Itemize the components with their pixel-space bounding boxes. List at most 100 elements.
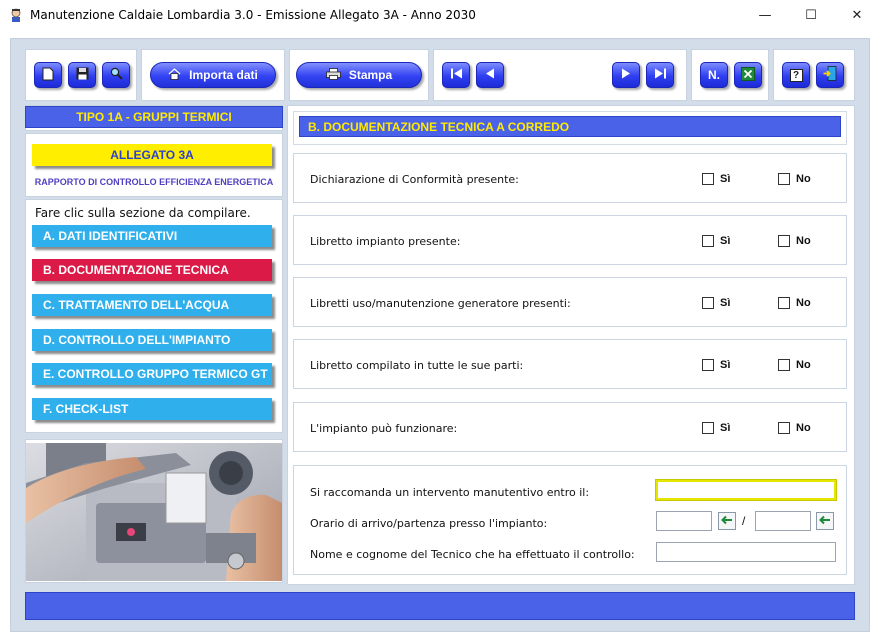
nav-label: C. TRATTAMENTO DELL'ACQUA <box>43 298 230 312</box>
arrow-left-icon <box>721 515 733 528</box>
nav-label: D. CONTROLLO DELL'IMPIANTO <box>43 333 231 347</box>
nav-label: F. CHECK-LIST <box>43 402 129 416</box>
nav-hint: Fare clic sulla sezione da compilare. <box>35 206 251 220</box>
status-bar <box>25 592 855 620</box>
no-checkbox[interactable] <box>778 359 790 371</box>
next-record-button[interactable] <box>612 62 640 88</box>
question-label: Libretti uso/manutenzione generatore pre… <box>310 297 571 310</box>
first-record-icon <box>450 68 463 82</box>
section-title: TIPO 1A - GRUPPI TERMICI <box>25 106 283 128</box>
orario-label: Orario di arrivo/partenza presso l'impia… <box>310 517 548 530</box>
question-label: Libretto impianto presente: <box>310 235 461 248</box>
nav-section-c[interactable]: C. TRATTAMENTO DELL'ACQUA <box>32 294 272 316</box>
app-icon <box>8 7 24 23</box>
intervento-label: Si raccomanda un intervento manutentivo … <box>310 486 590 499</box>
tecnico-label: Nome e cognome del Tecnico che ha effett… <box>310 548 635 561</box>
question-row: Libretto compilato in tutte le sue parti… <box>293 339 847 389</box>
maintenance-details-panel: Si raccomanda un intervento manutentivo … <box>293 465 847 575</box>
exit-button[interactable] <box>816 62 844 88</box>
orario-arrivo-input[interactable] <box>656 511 712 531</box>
maximize-button[interactable]: ☐ <box>788 0 834 30</box>
toolbar-help-panel: ? <box>773 49 855 101</box>
last-record-icon <box>654 68 667 82</box>
toolbar-navigation-panel <box>433 49 687 101</box>
home-icon <box>168 67 181 83</box>
question-label: Dichiarazione di Conformità presente: <box>310 173 519 186</box>
boiler-technician-photo <box>26 443 282 581</box>
save-icon <box>76 67 89 83</box>
nav-section-d[interactable]: D. CONTROLLO DELL'IMPIANTO <box>32 329 272 351</box>
no-checkbox[interactable] <box>778 173 790 185</box>
nav-section-e[interactable]: E. CONTROLLO GRUPPO TERMICO GT <box>32 363 272 385</box>
yes-label: Sì <box>720 359 731 371</box>
allegato-badge: ALLEGATO 3A <box>32 144 272 166</box>
previous-record-icon <box>485 68 495 82</box>
orario-partenza-now-button[interactable] <box>816 512 834 530</box>
help-icon: ? <box>789 68 803 82</box>
help-button[interactable]: ? <box>782 62 810 88</box>
question-label: L'impianto può funzionare: <box>310 422 458 435</box>
client-area: Importa dati Stampa N. ? TIPO 1A - GRUPP… <box>10 38 870 632</box>
no-label: No <box>796 173 811 185</box>
no-checkbox[interactable] <box>778 422 790 434</box>
orario-separator: / <box>742 514 746 528</box>
numero-button[interactable]: N. <box>700 62 728 88</box>
tecnico-name-input[interactable] <box>656 542 836 562</box>
orario-arrivo-now-button[interactable] <box>718 512 736 530</box>
first-record-button[interactable] <box>442 62 470 88</box>
search-icon <box>110 67 123 83</box>
yes-checkbox[interactable] <box>702 359 714 371</box>
importa-dati-label: Importa dati <box>189 68 258 82</box>
minimize-button[interactable]: — <box>742 0 788 30</box>
printer-icon <box>325 67 341 83</box>
yes-label: Sì <box>720 297 731 309</box>
stampa-label: Stampa <box>348 68 393 82</box>
save-button[interactable] <box>68 62 96 88</box>
yes-checkbox[interactable] <box>702 297 714 309</box>
question-row: Dichiarazione di Conformità presente: Sì… <box>293 153 847 203</box>
excel-button[interactable] <box>734 62 762 88</box>
nav-label: E. CONTROLLO GRUPPO TERMICO GT <box>43 367 268 381</box>
yes-checkbox[interactable] <box>702 422 714 434</box>
yes-checkbox[interactable] <box>702 173 714 185</box>
last-record-button[interactable] <box>646 62 674 88</box>
nav-section-b[interactable]: B. DOCUMENTAZIONE TECNICA <box>32 259 272 281</box>
arrow-left-icon <box>819 515 831 528</box>
exit-icon <box>823 66 837 84</box>
excel-icon <box>741 66 755 84</box>
toolbar-file-panel <box>25 49 137 101</box>
nav-section-a[interactable]: A. DATI IDENTIFICATIVI <box>32 225 272 247</box>
new-button[interactable] <box>34 62 62 88</box>
rapporto-subtitle: RAPPORTO DI CONTROLLO EFFICIENZA ENERGET… <box>34 177 274 187</box>
question-label: Libretto compilato in tutte le sue parti… <box>310 359 524 372</box>
nav-section-f[interactable]: F. CHECK-LIST <box>32 398 272 420</box>
orario-partenza-input[interactable] <box>755 511 811 531</box>
no-checkbox[interactable] <box>778 235 790 247</box>
no-label: No <box>796 422 811 434</box>
toolbar-print-panel: Stampa <box>289 49 429 101</box>
question-row: Libretti uso/manutenzione generatore pre… <box>293 277 847 327</box>
yes-label: Sì <box>720 422 731 434</box>
window-title: Manutenzione Caldaie Lombardia 3.0 - Emi… <box>30 8 476 22</box>
search-button[interactable] <box>102 62 130 88</box>
no-label: No <box>796 297 811 309</box>
no-label: No <box>796 359 811 371</box>
form-section-header: B. DOCUMENTAZIONE TECNICA A CORREDO <box>299 116 841 137</box>
toolbar-import-panel: Importa dati <box>141 49 285 101</box>
yes-label: Sì <box>720 173 731 185</box>
no-label: No <box>796 235 811 247</box>
no-checkbox[interactable] <box>778 297 790 309</box>
close-button[interactable]: ✕ <box>834 0 880 30</box>
yes-label: Sì <box>720 235 731 247</box>
toolbar-tools-panel: N. <box>691 49 769 101</box>
importa-dati-button[interactable]: Importa dati <box>150 62 276 88</box>
nav-label: B. DOCUMENTAZIONE TECNICA <box>43 263 229 277</box>
previous-record-button[interactable] <box>476 62 504 88</box>
next-record-icon <box>621 68 631 82</box>
question-row: L'impianto può funzionare: Sì No <box>293 402 847 452</box>
nav-label: A. DATI IDENTIFICATIVI <box>43 229 178 243</box>
stampa-button[interactable]: Stampa <box>296 62 422 88</box>
new-document-icon <box>42 67 54 84</box>
yes-checkbox[interactable] <box>702 235 714 247</box>
intervento-date-input[interactable] <box>655 479 837 501</box>
